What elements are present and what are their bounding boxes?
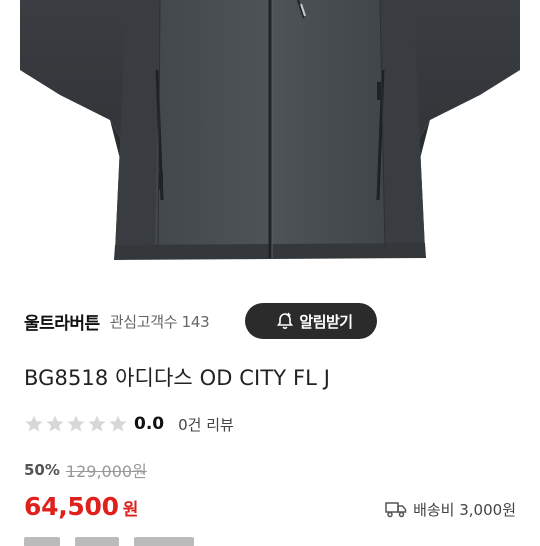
- alarm-subscribe-button[interactable]: 알림받기: [245, 303, 377, 339]
- rating-value: 0.0: [134, 414, 165, 434]
- cut-off-text: [134, 537, 195, 546]
- store-name[interactable]: 울트라버튼: [24, 309, 100, 334]
- discount-row: 50% 129,000원: [24, 457, 147, 483]
- star-icon: [67, 415, 85, 432]
- original-price: 129,000원: [65, 462, 147, 481]
- star-icon: [46, 415, 64, 432]
- discount-rate: 50%: [24, 461, 60, 479]
- star-icon: [109, 415, 127, 432]
- bell-plus-icon: [275, 311, 295, 331]
- alarm-button-label: 알림받기: [299, 312, 353, 331]
- currency-unit: 원: [122, 500, 139, 520]
- star-icon: [88, 415, 106, 432]
- cut-off-row: [24, 532, 524, 546]
- shipping-fee-label: 배송비 3,000원: [413, 500, 516, 519]
- product-image[interactable]: [0, 0, 540, 290]
- cut-off-text: [24, 537, 60, 546]
- follower-count: 관심고객수 143: [109, 312, 210, 331]
- jacket-photo-icon: [20, 0, 520, 260]
- price-row: 64,500 원: [24, 492, 138, 526]
- star-icon: [25, 415, 43, 432]
- review-count-link[interactable]: 0건 리뷰: [178, 414, 234, 435]
- truck-icon: [385, 502, 407, 518]
- cut-off-text: [75, 537, 120, 546]
- store-row: 울트라버튼 관심고객수 143 알림받기: [24, 300, 524, 342]
- sale-price: 64,500: [24, 492, 119, 521]
- rating-row[interactable]: 0.0 0건 리뷰: [24, 410, 234, 438]
- rating-stars: [24, 414, 128, 434]
- product-title: BG8518 아디다스 OD CITY FL J: [24, 366, 330, 390]
- shipping-fee: 배송비 3,000원: [385, 497, 516, 521]
